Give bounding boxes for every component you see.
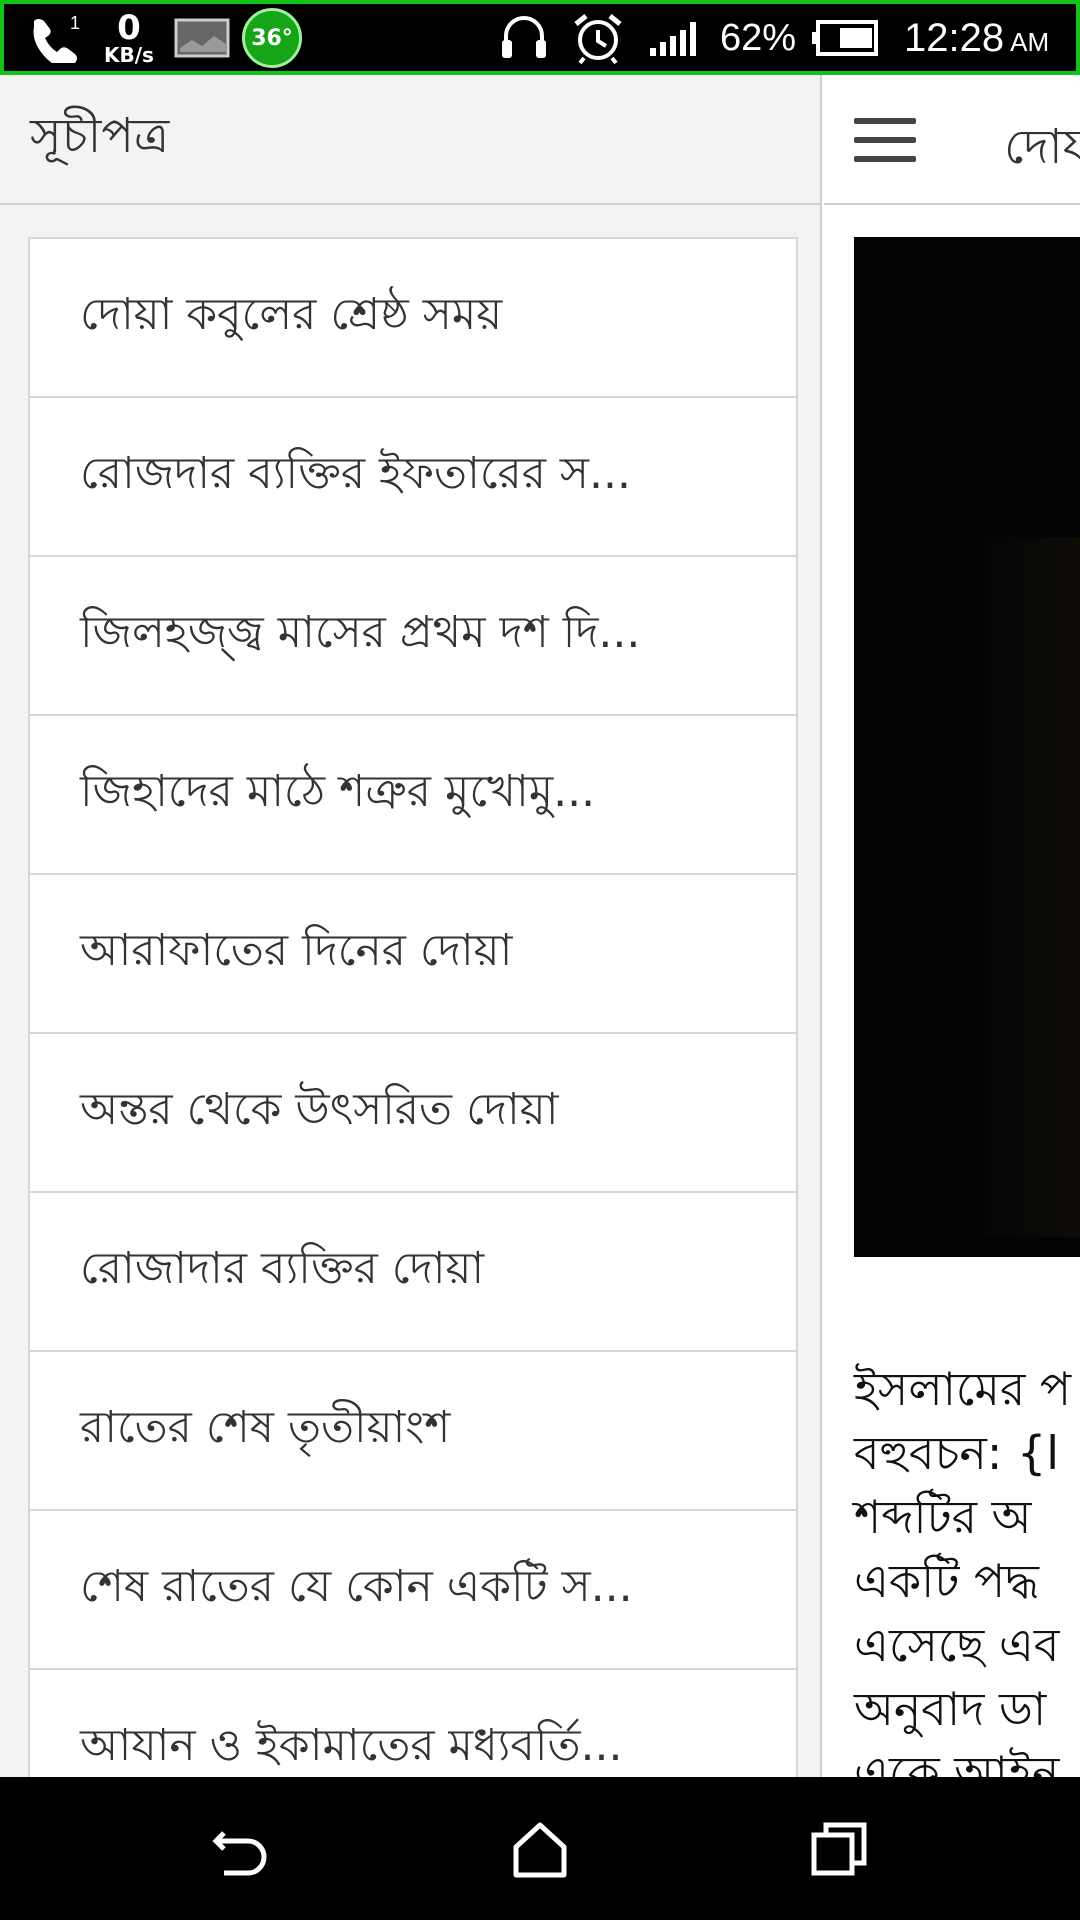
list-item[interactable]: রোজদার ব্যক্তির ইফতারের স... <box>30 398 796 557</box>
navigation-drawer: সূচীপত্র দোয়া কবুলের শ্রেষ্ঠ সময় রোজদা… <box>0 75 822 1777</box>
drawer-header: সূচীপত্র <box>0 75 820 205</box>
drawer-title: সূচীপত্র <box>30 107 170 164</box>
battery-icon <box>812 4 880 72</box>
back-icon[interactable] <box>210 1817 274 1881</box>
network-speed: 0 KB/s <box>104 4 154 72</box>
menu-icon[interactable] <box>854 118 916 162</box>
contents-list: দোয়া কবুলের শ্রেষ্ঠ সময় রোজদার ব্যক্তি… <box>28 237 798 1777</box>
list-item[interactable]: শেষ রাতের যে কোন একটি স... <box>30 1511 796 1670</box>
clock-period: AM <box>1010 26 1050 57</box>
phone-icon: 1 <box>26 4 86 72</box>
list-item[interactable]: জিহাদের মাঠে শত্রুর মুখোমু... <box>30 716 796 875</box>
article-text: ইসলামের প বহুবচন: {ا শব্দটির অ একটি পদ্ধ… <box>854 1357 1080 1777</box>
svg-text:1: 1 <box>70 13 80 33</box>
article-line: একে আইন <box>854 1746 1060 1777</box>
network-speed-value: 0 <box>117 8 141 48</box>
list-item[interactable]: জিলহজ্জ্ব মাসের প্রথম দশ দি... <box>30 557 796 716</box>
headset-icon <box>498 4 550 72</box>
page-title: দোয <box>1004 119 1080 175</box>
status-bar: 1 0 KB/s 36° 62% 12:28 AM <box>0 0 1080 75</box>
article-line: একটি পদ্ধ <box>854 1554 1039 1608</box>
list-item[interactable]: রাতের শেষ তৃতীয়াংশ <box>30 1352 796 1511</box>
article-line: ইসলামের প <box>854 1362 1072 1416</box>
home-icon[interactable] <box>508 1817 572 1881</box>
list-item[interactable]: আরাফাতের দিনের দোয়া <box>30 875 796 1034</box>
battery-percent: 62% <box>720 16 797 59</box>
toolbar: দোয <box>824 75 1080 205</box>
list-item[interactable]: আযান ও ইকামাতের মধ্যবর্তি... <box>30 1670 796 1777</box>
article-line: শব্দটির অ <box>854 1490 1032 1544</box>
alarm-icon <box>570 4 626 72</box>
clock-time: 12:28 <box>904 15 1005 60</box>
video-player[interactable] <box>854 237 1080 1257</box>
navigation-bar <box>0 1777 1080 1920</box>
network-speed-unit: KB/s <box>104 43 154 67</box>
article-line: এসেছে এব <box>854 1618 1060 1672</box>
recent-apps-icon[interactable] <box>808 1817 872 1881</box>
main-content: দোয ইসলামের প বহুবচন: {ا শব্দটির অ একটি … <box>824 75 1080 1777</box>
list-item[interactable]: অন্তর থেকে উৎসরিত দোয়া <box>30 1034 796 1193</box>
list-item[interactable]: দোয়া কবুলের শ্রেষ্ঠ সময় <box>30 239 796 398</box>
list-item[interactable]: রোজাদার ব্যক্তির দোয়া <box>30 1193 796 1352</box>
gallery-icon <box>174 4 230 72</box>
clock: 12:28 AM <box>904 4 1049 72</box>
signal-icon <box>648 4 706 72</box>
temperature-badge: 36° <box>242 4 302 72</box>
article-line: অনুবাদ ডা <box>854 1682 1047 1736</box>
article-line: বহুবচন: {ا <box>854 1426 1060 1480</box>
